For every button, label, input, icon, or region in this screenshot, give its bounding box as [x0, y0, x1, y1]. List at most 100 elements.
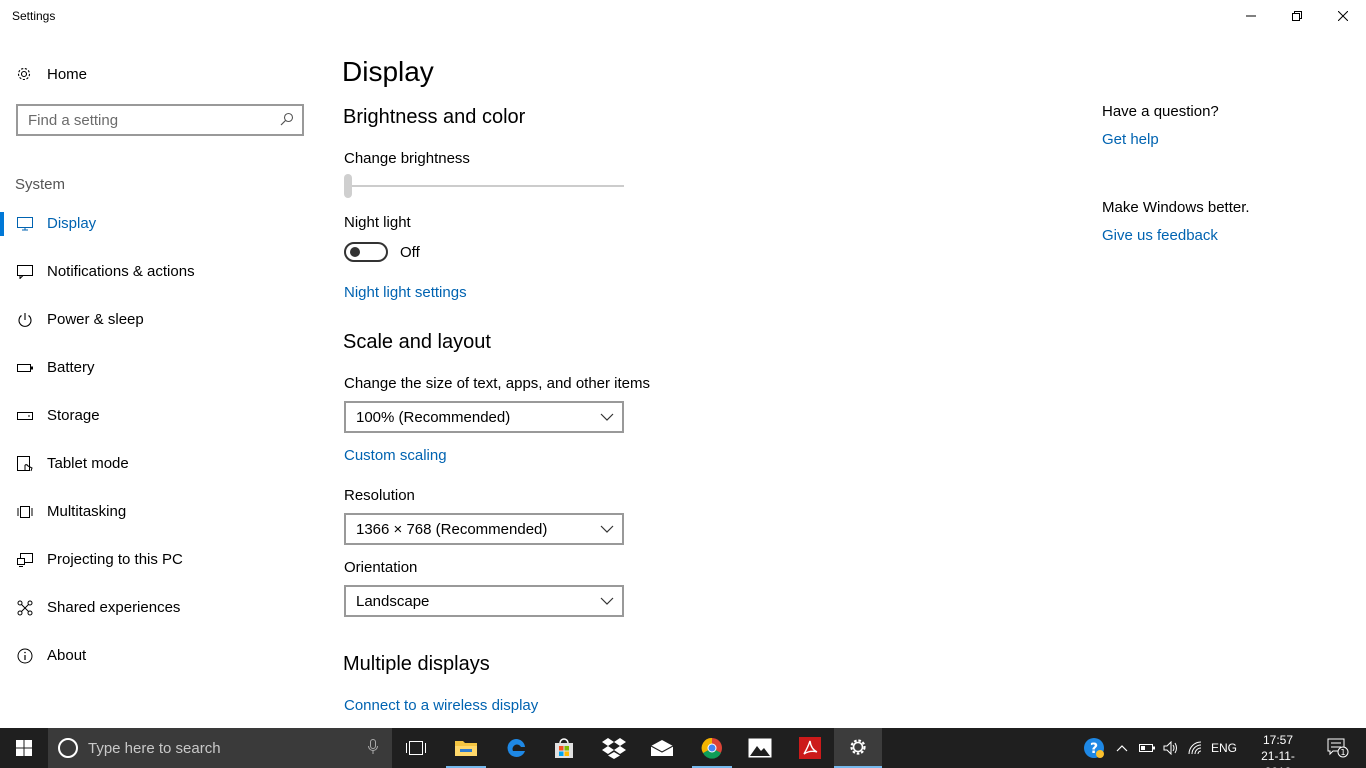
- scale-section-heading: Scale and layout: [343, 331, 491, 353]
- power-icon: [16, 311, 34, 329]
- battery-tray-icon: [1139, 744, 1155, 752]
- restore-icon: [1292, 11, 1302, 21]
- resolution-label: Resolution: [344, 487, 415, 504]
- slider-track: [344, 185, 624, 187]
- language-indicator: ENG: [1210, 741, 1237, 755]
- search-icon: [280, 112, 294, 126]
- info-icon: [16, 647, 34, 665]
- find-setting-input[interactable]: [18, 106, 268, 134]
- find-setting-box[interactable]: [16, 104, 304, 136]
- scale-dropdown[interactable]: 100% (Recommended): [344, 401, 624, 433]
- sidebar-item-storage[interactable]: Storage: [0, 398, 320, 434]
- monitor-icon: [16, 215, 34, 233]
- night-light-settings-link[interactable]: Night light settings: [344, 284, 467, 301]
- gear-icon: [17, 67, 31, 81]
- toggle-knob: [350, 247, 360, 257]
- close-icon: [1338, 11, 1348, 21]
- volume-tray-button[interactable]: [1160, 728, 1182, 768]
- restore-button[interactable]: [1274, 0, 1320, 32]
- help-tray-button[interactable]: ?: [1080, 728, 1108, 768]
- edge-icon: [507, 738, 525, 757]
- store-icon: [555, 738, 573, 758]
- chevron-up-icon: [1116, 745, 1128, 752]
- acrobat-icon: [799, 737, 821, 759]
- nav-home[interactable]: Home: [16, 64, 87, 84]
- sidebar-item-label: Projecting to this PC: [47, 551, 183, 568]
- sidebar-item-multitasking[interactable]: Multitasking: [0, 494, 320, 530]
- input-language-button[interactable]: ENG: [1208, 728, 1240, 768]
- shared-icon: [16, 599, 34, 617]
- give-feedback-link[interactable]: Give us feedback: [1102, 227, 1218, 244]
- battery-tray-button[interactable]: [1136, 728, 1158, 768]
- sidebar-item-battery[interactable]: Battery: [0, 350, 320, 386]
- sidebar-item-projecting[interactable]: Projecting to this PC: [0, 542, 320, 578]
- settings-nav: Home System Display Notifications & acti…: [0, 32, 320, 728]
- wifi-icon: [1188, 741, 1202, 755]
- sidebar-item-shared-experiences[interactable]: Shared experiences: [0, 590, 320, 626]
- window-title: Settings: [12, 9, 56, 23]
- photos-icon: [748, 738, 772, 758]
- taskbar: Type here to search ? ENG 17:57 21-11- 1: [0, 728, 1366, 768]
- clock[interactable]: 17:57 21-11-2018: [1248, 732, 1308, 768]
- resolution-dropdown[interactable]: 1366 × 768 (Recommended): [344, 513, 624, 545]
- minimize-button[interactable]: [1228, 0, 1274, 32]
- taskbar-settings[interactable]: [834, 728, 882, 768]
- sidebar-item-label: Battery: [47, 359, 95, 376]
- taskbar-chrome[interactable]: [688, 728, 736, 768]
- taskbar-store[interactable]: [540, 728, 588, 768]
- folder-icon: [455, 741, 477, 756]
- multitasking-icon: [16, 503, 34, 521]
- storage-icon: [16, 407, 34, 425]
- connect-wireless-display-link[interactable]: Connect to a wireless display: [344, 697, 538, 714]
- night-light-toggle[interactable]: [344, 242, 388, 262]
- task-view-icon: [406, 741, 426, 755]
- sidebar-item-power-sleep[interactable]: Power & sleep: [0, 302, 320, 338]
- start-button[interactable]: [0, 728, 48, 768]
- night-light-label: Night light: [344, 214, 411, 231]
- cortana-icon: [58, 738, 78, 758]
- projecting-icon: [16, 551, 34, 569]
- help-icon: ?: [1084, 738, 1104, 758]
- taskbar-dropbox[interactable]: [590, 728, 638, 768]
- sidebar-item-tablet-mode[interactable]: Tablet mode: [0, 446, 320, 482]
- sidebar-item-label: Storage: [47, 407, 100, 424]
- action-center-button[interactable]: 1: [1318, 728, 1358, 768]
- sidebar-item-about[interactable]: About: [0, 638, 320, 674]
- taskbar-edge[interactable]: [492, 728, 540, 768]
- settings-gear-icon: [850, 739, 866, 755]
- brightness-label: Change brightness: [344, 150, 470, 167]
- orientation-dropdown[interactable]: Landscape: [344, 585, 624, 617]
- dropbox-icon: [602, 738, 626, 759]
- sidebar-item-notifications[interactable]: Notifications & actions: [0, 254, 320, 290]
- sidebar-item-label: Multitasking: [47, 503, 127, 520]
- show-hidden-icons-button[interactable]: [1112, 728, 1132, 768]
- tablet-icon: [16, 455, 34, 473]
- custom-scaling-link[interactable]: Custom scaling: [344, 447, 447, 464]
- get-help-link[interactable]: Get help: [1102, 131, 1159, 148]
- notifications-icon: [16, 263, 34, 281]
- microphone-icon[interactable]: [368, 739, 378, 755]
- chevron-down-icon: [600, 525, 614, 533]
- mail-icon: [650, 740, 674, 756]
- sidebar-item-display[interactable]: Display: [0, 206, 320, 242]
- windows-logo-icon: [16, 740, 32, 756]
- taskbar-acrobat[interactable]: [786, 728, 834, 768]
- taskbar-search-box[interactable]: Type here to search: [48, 728, 392, 768]
- close-button[interactable]: [1320, 0, 1366, 32]
- chevron-down-icon: [600, 413, 614, 421]
- resolution-value: 1366 × 768 (Recommended): [356, 520, 548, 538]
- make-better-text: Make Windows better.: [1102, 199, 1250, 216]
- taskbar-mail[interactable]: [638, 728, 686, 768]
- taskbar-search-placeholder: Type here to search: [88, 740, 221, 757]
- selection-indicator: [0, 212, 4, 236]
- brightness-slider[interactable]: [344, 174, 624, 198]
- battery-icon: [16, 359, 34, 377]
- taskbar-photos[interactable]: [736, 728, 784, 768]
- task-view-button[interactable]: [392, 728, 440, 768]
- taskbar-file-explorer[interactable]: [442, 728, 490, 768]
- orientation-value: Landscape: [356, 592, 430, 610]
- wifi-tray-button[interactable]: [1184, 728, 1208, 768]
- page-title: Display: [342, 56, 434, 87]
- slider-thumb[interactable]: [344, 174, 352, 198]
- volume-icon: [1163, 741, 1177, 755]
